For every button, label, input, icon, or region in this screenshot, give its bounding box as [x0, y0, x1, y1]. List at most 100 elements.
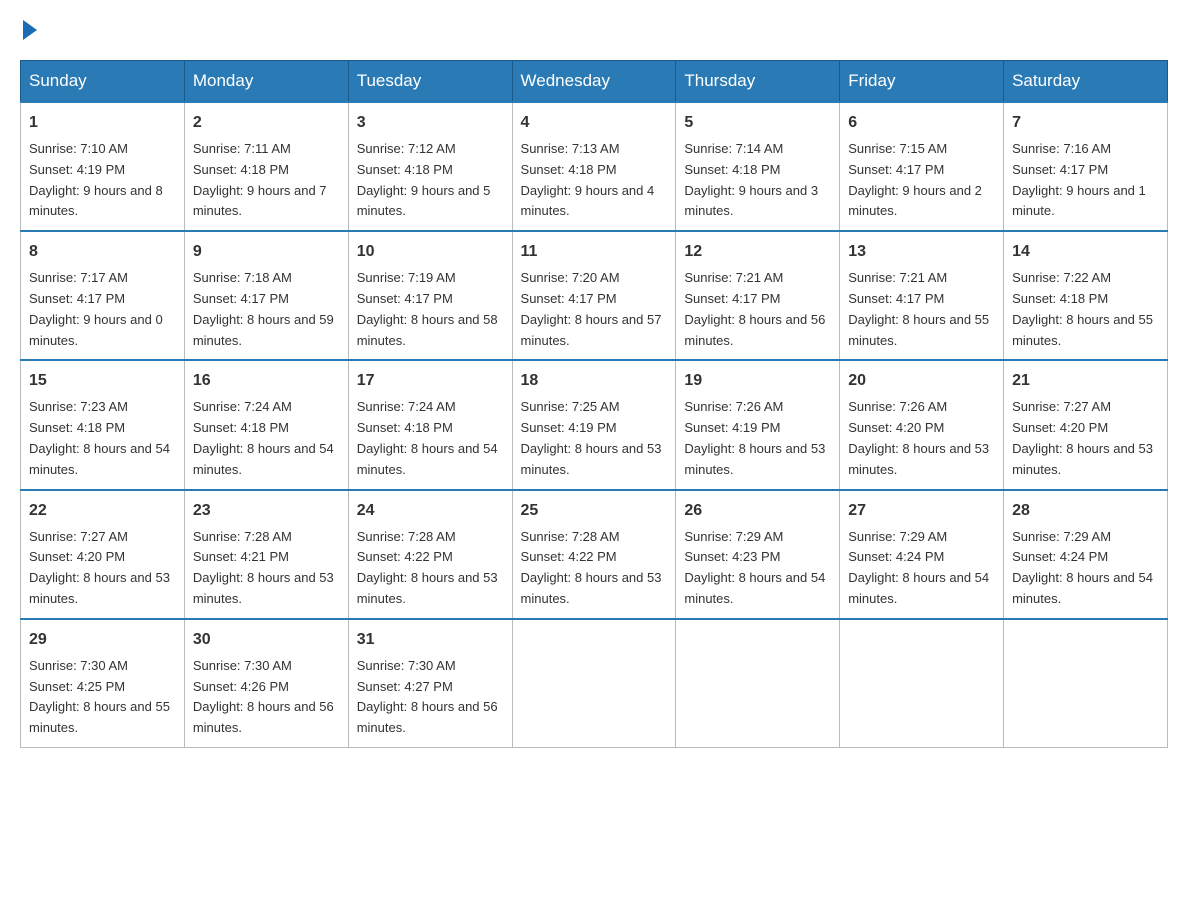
day-number: 26: [684, 499, 831, 523]
day-number: 24: [357, 499, 504, 523]
calendar-cell: 7 Sunrise: 7:16 AMSunset: 4:17 PMDayligh…: [1004, 102, 1168, 231]
day-number: 22: [29, 499, 176, 523]
week-row-4: 22 Sunrise: 7:27 AMSunset: 4:20 PMDaylig…: [21, 490, 1168, 619]
day-info: Sunrise: 7:25 AMSunset: 4:19 PMDaylight:…: [521, 397, 668, 480]
day-info: Sunrise: 7:28 AMSunset: 4:21 PMDaylight:…: [193, 527, 340, 610]
calendar-cell: [840, 619, 1004, 748]
day-number: 18: [521, 369, 668, 393]
day-info: Sunrise: 7:29 AMSunset: 4:24 PMDaylight:…: [1012, 527, 1159, 610]
week-row-5: 29 Sunrise: 7:30 AMSunset: 4:25 PMDaylig…: [21, 619, 1168, 748]
day-number: 8: [29, 240, 176, 264]
week-row-1: 1 Sunrise: 7:10 AMSunset: 4:19 PMDayligh…: [21, 102, 1168, 231]
calendar-cell: 12 Sunrise: 7:21 AMSunset: 4:17 PMDaylig…: [676, 231, 840, 360]
calendar-cell: 13 Sunrise: 7:21 AMSunset: 4:17 PMDaylig…: [840, 231, 1004, 360]
day-number: 1: [29, 111, 176, 135]
logo: [20, 20, 40, 40]
day-info: Sunrise: 7:19 AMSunset: 4:17 PMDaylight:…: [357, 268, 504, 351]
logo-arrow-icon: [23, 20, 37, 40]
day-info: Sunrise: 7:15 AMSunset: 4:17 PMDaylight:…: [848, 139, 995, 222]
day-info: Sunrise: 7:23 AMSunset: 4:18 PMDaylight:…: [29, 397, 176, 480]
day-info: Sunrise: 7:12 AMSunset: 4:18 PMDaylight:…: [357, 139, 504, 222]
calendar-cell: 27 Sunrise: 7:29 AMSunset: 4:24 PMDaylig…: [840, 490, 1004, 619]
calendar-cell: 29 Sunrise: 7:30 AMSunset: 4:25 PMDaylig…: [21, 619, 185, 748]
day-number: 7: [1012, 111, 1159, 135]
calendar-cell: 21 Sunrise: 7:27 AMSunset: 4:20 PMDaylig…: [1004, 360, 1168, 489]
day-number: 14: [1012, 240, 1159, 264]
calendar-cell: 3 Sunrise: 7:12 AMSunset: 4:18 PMDayligh…: [348, 102, 512, 231]
weekday-header-thursday: Thursday: [676, 61, 840, 103]
weekday-header-wednesday: Wednesday: [512, 61, 676, 103]
calendar-cell: 8 Sunrise: 7:17 AMSunset: 4:17 PMDayligh…: [21, 231, 185, 360]
day-info: Sunrise: 7:29 AMSunset: 4:23 PMDaylight:…: [684, 527, 831, 610]
day-number: 12: [684, 240, 831, 264]
calendar-cell: 31 Sunrise: 7:30 AMSunset: 4:27 PMDaylig…: [348, 619, 512, 748]
day-info: Sunrise: 7:11 AMSunset: 4:18 PMDaylight:…: [193, 139, 340, 222]
week-row-3: 15 Sunrise: 7:23 AMSunset: 4:18 PMDaylig…: [21, 360, 1168, 489]
weekday-header-saturday: Saturday: [1004, 61, 1168, 103]
day-number: 2: [193, 111, 340, 135]
day-info: Sunrise: 7:21 AMSunset: 4:17 PMDaylight:…: [848, 268, 995, 351]
weekday-header-friday: Friday: [840, 61, 1004, 103]
calendar-cell: 20 Sunrise: 7:26 AMSunset: 4:20 PMDaylig…: [840, 360, 1004, 489]
day-info: Sunrise: 7:28 AMSunset: 4:22 PMDaylight:…: [357, 527, 504, 610]
day-number: 21: [1012, 369, 1159, 393]
calendar-cell: 5 Sunrise: 7:14 AMSunset: 4:18 PMDayligh…: [676, 102, 840, 231]
calendar-cell: 14 Sunrise: 7:22 AMSunset: 4:18 PMDaylig…: [1004, 231, 1168, 360]
day-number: 3: [357, 111, 504, 135]
day-info: Sunrise: 7:13 AMSunset: 4:18 PMDaylight:…: [521, 139, 668, 222]
day-number: 9: [193, 240, 340, 264]
day-number: 15: [29, 369, 176, 393]
day-number: 27: [848, 499, 995, 523]
day-number: 10: [357, 240, 504, 264]
day-number: 4: [521, 111, 668, 135]
day-info: Sunrise: 7:30 AMSunset: 4:25 PMDaylight:…: [29, 656, 176, 739]
day-number: 17: [357, 369, 504, 393]
calendar-cell: 22 Sunrise: 7:27 AMSunset: 4:20 PMDaylig…: [21, 490, 185, 619]
calendar-cell: 16 Sunrise: 7:24 AMSunset: 4:18 PMDaylig…: [184, 360, 348, 489]
day-info: Sunrise: 7:26 AMSunset: 4:20 PMDaylight:…: [848, 397, 995, 480]
day-info: Sunrise: 7:27 AMSunset: 4:20 PMDaylight:…: [29, 527, 176, 610]
day-info: Sunrise: 7:24 AMSunset: 4:18 PMDaylight:…: [357, 397, 504, 480]
calendar-cell: 11 Sunrise: 7:20 AMSunset: 4:17 PMDaylig…: [512, 231, 676, 360]
day-number: 23: [193, 499, 340, 523]
calendar-table: SundayMondayTuesdayWednesdayThursdayFrid…: [20, 60, 1168, 748]
page-header: [20, 20, 1168, 40]
weekday-header-monday: Monday: [184, 61, 348, 103]
weekday-header-sunday: Sunday: [21, 61, 185, 103]
calendar-cell: 26 Sunrise: 7:29 AMSunset: 4:23 PMDaylig…: [676, 490, 840, 619]
calendar-cell: 23 Sunrise: 7:28 AMSunset: 4:21 PMDaylig…: [184, 490, 348, 619]
weekday-header-tuesday: Tuesday: [348, 61, 512, 103]
day-number: 25: [521, 499, 668, 523]
day-info: Sunrise: 7:26 AMSunset: 4:19 PMDaylight:…: [684, 397, 831, 480]
day-number: 5: [684, 111, 831, 135]
day-number: 30: [193, 628, 340, 652]
calendar-cell: 6 Sunrise: 7:15 AMSunset: 4:17 PMDayligh…: [840, 102, 1004, 231]
day-number: 16: [193, 369, 340, 393]
calendar-cell: 4 Sunrise: 7:13 AMSunset: 4:18 PMDayligh…: [512, 102, 676, 231]
calendar-cell: 17 Sunrise: 7:24 AMSunset: 4:18 PMDaylig…: [348, 360, 512, 489]
calendar-cell: 10 Sunrise: 7:19 AMSunset: 4:17 PMDaylig…: [348, 231, 512, 360]
calendar-cell: 9 Sunrise: 7:18 AMSunset: 4:17 PMDayligh…: [184, 231, 348, 360]
day-info: Sunrise: 7:28 AMSunset: 4:22 PMDaylight:…: [521, 527, 668, 610]
calendar-cell: 1 Sunrise: 7:10 AMSunset: 4:19 PMDayligh…: [21, 102, 185, 231]
day-info: Sunrise: 7:24 AMSunset: 4:18 PMDaylight:…: [193, 397, 340, 480]
day-number: 20: [848, 369, 995, 393]
day-info: Sunrise: 7:14 AMSunset: 4:18 PMDaylight:…: [684, 139, 831, 222]
day-info: Sunrise: 7:30 AMSunset: 4:27 PMDaylight:…: [357, 656, 504, 739]
day-number: 13: [848, 240, 995, 264]
day-info: Sunrise: 7:21 AMSunset: 4:17 PMDaylight:…: [684, 268, 831, 351]
calendar-cell: 24 Sunrise: 7:28 AMSunset: 4:22 PMDaylig…: [348, 490, 512, 619]
day-info: Sunrise: 7:10 AMSunset: 4:19 PMDaylight:…: [29, 139, 176, 222]
day-info: Sunrise: 7:20 AMSunset: 4:17 PMDaylight:…: [521, 268, 668, 351]
day-number: 31: [357, 628, 504, 652]
calendar-cell: 18 Sunrise: 7:25 AMSunset: 4:19 PMDaylig…: [512, 360, 676, 489]
day-number: 11: [521, 240, 668, 264]
calendar-cell: 15 Sunrise: 7:23 AMSunset: 4:18 PMDaylig…: [21, 360, 185, 489]
calendar-cell: 2 Sunrise: 7:11 AMSunset: 4:18 PMDayligh…: [184, 102, 348, 231]
day-number: 29: [29, 628, 176, 652]
calendar-cell: 28 Sunrise: 7:29 AMSunset: 4:24 PMDaylig…: [1004, 490, 1168, 619]
calendar-cell: [676, 619, 840, 748]
calendar-cell: 19 Sunrise: 7:26 AMSunset: 4:19 PMDaylig…: [676, 360, 840, 489]
day-number: 19: [684, 369, 831, 393]
day-info: Sunrise: 7:22 AMSunset: 4:18 PMDaylight:…: [1012, 268, 1159, 351]
